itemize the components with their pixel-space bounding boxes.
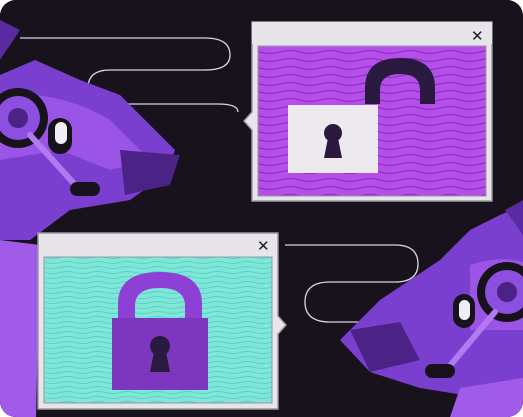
close-icon[interactable]: ✕ [471,27,484,45]
bottom-window-close-button[interactable]: ✕ [257,237,270,255]
close-icon[interactable]: ✕ [257,237,270,255]
top-window: ✕ [243,21,493,202]
illustration-canvas: ✕ ✕ [0,0,523,417]
top-window-close-button[interactable]: ✕ [471,27,484,45]
illustration-frame: ✕ ✕ [0,0,523,417]
bottom-window: ✕ [37,232,287,410]
